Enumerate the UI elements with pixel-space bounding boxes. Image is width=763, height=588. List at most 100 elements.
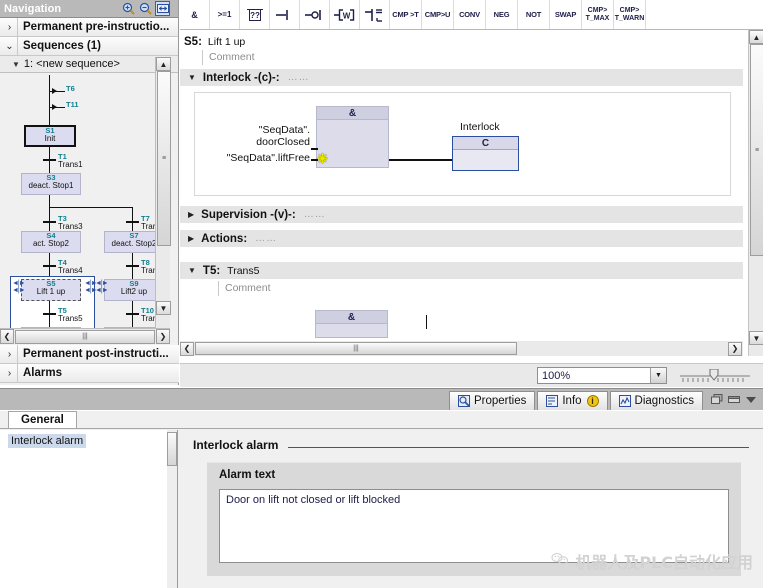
step-handle-icon[interactable]: ◄|► <box>95 280 109 287</box>
graph-step-S1[interactable]: S1 Init <box>24 125 76 147</box>
interlock-coil-box[interactable]: C <box>452 136 519 171</box>
assignment-coil-button[interactable]: W <box>330 0 360 29</box>
scrollbar-thumb[interactable]: ≡ <box>750 44 763 256</box>
close-panel-button[interactable] <box>745 394 757 408</box>
graph-horizontal-scrollbar[interactable]: ❮ ||| ❯ <box>0 328 170 344</box>
scroll-left-button[interactable]: ❮ <box>0 329 14 344</box>
properties-tab[interactable]: Properties <box>448 391 536 410</box>
diagnostics-tab-label: Diagnostics <box>634 395 694 407</box>
and-function-box[interactable]: & <box>315 310 388 338</box>
tree-item-sequences[interactable]: ⌄ Sequences (1) <box>0 36 178 56</box>
inspector-tree-scrollbar[interactable] <box>167 430 177 588</box>
step-handle-icon[interactable]: ◄|► <box>12 287 26 294</box>
input-operand-1[interactable]: "SeqData". doorClosed <box>195 124 310 148</box>
diagnostics-tab[interactable]: Diagnostics <box>609 391 703 410</box>
scrollbar-track[interactable] <box>749 256 763 331</box>
not-button[interactable]: NOT <box>518 0 550 29</box>
scrollbar-thumb[interactable]: ≡ <box>157 71 171 246</box>
section-label: Actions: <box>201 232 248 245</box>
tab-general[interactable]: General <box>8 411 77 428</box>
graph-step-S5[interactable]: S5 Lift 1 up <box>21 279 81 301</box>
step-handle-icon[interactable]: ◄|► <box>12 280 26 287</box>
input-operand-2[interactable]: "SeqData".liftFree <box>195 152 310 164</box>
cmp-t-warn-label: CMP> <box>619 6 640 14</box>
tree-item-label: Permanent post-instructi... <box>23 348 169 360</box>
info-tab[interactable]: Info i <box>537 391 608 410</box>
graph-transition-T7[interactable]: T7 Tran <box>141 215 155 231</box>
section-actions[interactable]: ▶ Actions: …… <box>180 229 743 247</box>
and-box-button[interactable]: & <box>180 0 210 29</box>
tree-item-permanent-pre-instructions[interactable]: › Permanent pre-instructio... <box>0 17 178 37</box>
scroll-up-button[interactable]: ▲ <box>156 57 171 71</box>
inspector-tree-item-interlock-alarm[interactable]: Interlock alarm <box>8 434 87 448</box>
graph-step-S9[interactable]: S9 Lift2 up <box>104 279 155 301</box>
normally-closed-contact-button[interactable] <box>300 0 330 29</box>
graph-transition-T5[interactable]: T5 Trans5 <box>58 307 83 323</box>
application-window: Navigation › Permanent pre-instructio...… <box>0 0 763 588</box>
transition-network[interactable]: & <box>194 304 731 338</box>
graph-transition-bar <box>43 221 56 223</box>
alarm-text-input[interactable]: Door on lift not closed or lift blocked <box>219 489 729 563</box>
graph-transition-T11[interactable]: T11 <box>66 101 79 109</box>
restore-window-button[interactable] <box>711 394 723 408</box>
scrollbar-thumb[interactable] <box>167 432 177 466</box>
cmp-t-max-button[interactable]: CMP> T_MAX <box>582 0 614 29</box>
cmp-t-warn-button[interactable]: CMP> T_WARN <box>614 0 646 29</box>
zoom-in-icon[interactable] <box>121 1 136 16</box>
graph-transition-T4[interactable]: T4 Trans4 <box>58 259 83 275</box>
graph-step-S7[interactable]: S7 deact. Stop2 <box>104 231 155 253</box>
step-header[interactable]: S5: Lift 1 up <box>180 34 743 50</box>
tree-item-alarms[interactable]: › Alarms <box>0 363 179 383</box>
normally-open-contact-button[interactable] <box>270 0 300 29</box>
graph-transition-T10[interactable]: T10 Tran <box>141 307 155 323</box>
inspector-tabbar: Properties Info i Diagnostics <box>0 388 763 410</box>
scrollbar-track[interactable] <box>156 246 170 301</box>
conv-button[interactable]: CONV <box>454 0 486 29</box>
cmp-greater-t-button[interactable]: CMP >T <box>390 0 422 29</box>
transition-comment[interactable]: Comment <box>218 281 743 296</box>
cmp-greater-u-button[interactable]: CMP>U <box>422 0 454 29</box>
graph-transition-T3[interactable]: T3 Trans3 <box>58 215 83 231</box>
or-box-button[interactable]: >=1 <box>210 0 240 29</box>
editor-horizontal-scrollbar[interactable]: ❮ ||| ❯ <box>180 341 743 356</box>
scroll-down-button[interactable]: ▼ <box>749 331 763 345</box>
transition-name: Trans5 <box>227 264 260 277</box>
scroll-left-button[interactable]: ❮ <box>180 341 194 356</box>
inspector-tree[interactable]: Interlock alarm <box>0 430 178 588</box>
scroll-up-button[interactable]: ▲ <box>749 30 763 44</box>
interlock-network[interactable]: & "SeqData". doorClosed "SeqData".liftFr… <box>194 92 731 196</box>
graph-vertical-scrollbar[interactable]: ▲ ≡ ▼ <box>155 57 171 328</box>
chevron-down-icon[interactable]: ▼ <box>650 368 666 383</box>
zoom-out-icon[interactable] <box>138 1 153 16</box>
scroll-right-button[interactable]: ❯ <box>728 341 742 356</box>
neg-button[interactable]: NEG <box>486 0 518 29</box>
svg-text:W: W <box>342 11 350 20</box>
tree-item-permanent-post-instructions[interactable]: › Permanent post-instructi... <box>0 344 179 364</box>
sequence-graph-preview[interactable]: T6 T11 S1 Init T1 Trans1 S3 deact. Stop1… <box>0 73 155 328</box>
scrollbar-thumb[interactable]: ||| <box>15 329 155 344</box>
section-interlock[interactable]: ▼ Interlock -(c)-: …… <box>180 68 743 86</box>
graph-step-S3[interactable]: S3 deact. Stop1 <box>21 173 81 195</box>
swap-button[interactable]: SWAP <box>550 0 582 29</box>
compare-equal-button[interactable] <box>360 0 390 29</box>
unknown-box-button[interactable]: ?? <box>240 0 270 29</box>
scroll-down-button[interactable]: ▼ <box>156 301 171 315</box>
scroll-right-button[interactable]: ❯ <box>156 329 170 344</box>
minimize-window-button[interactable] <box>728 394 740 408</box>
zoom-slider[interactable] <box>680 368 750 383</box>
transition-name: Trans3 <box>58 221 83 231</box>
graph-transition-T1[interactable]: T1 Trans1 <box>58 153 83 169</box>
sequence-item-new-sequence[interactable]: ▼ 1: <new sequence> <box>0 56 178 73</box>
graph-line <box>49 207 133 208</box>
graph-transition-T8[interactable]: T8 Tran <box>141 259 155 275</box>
section-supervision[interactable]: ▶ Supervision -(v)-: …… <box>180 205 743 223</box>
graph-step-S4[interactable]: S4 act. Stop2 <box>21 231 81 253</box>
transition-header[interactable]: ▼ T5: Trans5 <box>180 261 743 279</box>
zoom-level-combobox[interactable]: 100% ▼ <box>537 367 667 384</box>
step-comment[interactable]: Comment <box>202 50 743 65</box>
scrollbar-thumb[interactable]: ||| <box>195 342 517 355</box>
editor-vertical-scrollbar[interactable]: ▲ ≡ ▼ <box>748 30 763 356</box>
fit-width-icon[interactable] <box>155 1 170 16</box>
step-handle-icon[interactable]: ◄|► <box>95 287 109 294</box>
graph-transition-T6[interactable]: T6 <box>66 85 75 93</box>
